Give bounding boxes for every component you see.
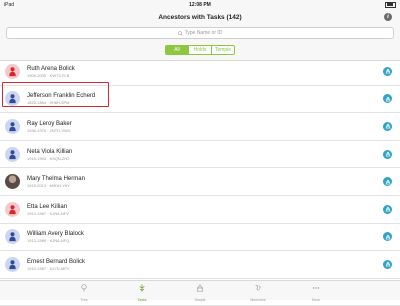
temple-ordinance-icon[interactable] (383, 94, 392, 104)
person-text: Neta Viola Killian 1915-1993 · K5QN-ZH2 (27, 148, 72, 161)
navigation-bar: Ancestors with Tasks (142) i (0, 9, 400, 25)
female-person-icon (5, 201, 20, 217)
status-bar: iPad 12:08 PM (0, 0, 400, 9)
list-item[interactable]: Ray Leroy Baker 1936-1975 · 2NTD-VWX (0, 113, 400, 141)
temple-ordinance-icon[interactable] (383, 149, 392, 159)
search-placeholder: Type Name or ID (184, 30, 223, 36)
person-text: William Avery Blalock 1913-1989 · KJN6-NF… (27, 230, 84, 243)
search-icon (177, 30, 183, 36)
temple-ordinance-icon[interactable] (383, 177, 392, 187)
tab-memories[interactable]: Memories (229, 279, 287, 302)
filter-temple[interactable]: Temple (211, 46, 234, 54)
person-name: William Avery Blalock (27, 231, 84, 238)
person-name: Ernest Bernard Bolick (27, 258, 86, 265)
person-lifespan-id: 1910-1987 · K47D-MFV (27, 265, 70, 271)
person-lifespan-id: 1915-1993 · K5QN-ZH2 (27, 155, 70, 161)
male-person-icon (5, 146, 20, 162)
temple-ordinance-icon[interactable] (383, 204, 392, 214)
status-time: 12:08 PM (189, 1, 211, 8)
female-person-icon (5, 63, 20, 79)
more-icon (312, 279, 320, 297)
list-item[interactable]: Neta Viola Killian 1915-1993 · K5QN-ZH2 (0, 141, 400, 169)
list-item[interactable]: Ernest Bernard Bolick 1910-1987 · K47D-MF… (0, 251, 400, 279)
person-text: Ray Leroy Baker 1936-1975 · 2NTD-VWX (27, 120, 72, 133)
male-person-icon (5, 91, 20, 107)
person-name: Ray Leroy Baker (27, 120, 72, 127)
list-item[interactable]: Mary Thelma Herman 1915-2013 · M9DH-Y6Y (0, 168, 400, 196)
person-lifespan-id: 1936-1975 · 2NTD-VWX (27, 127, 71, 133)
tab-label: Tasks (137, 298, 147, 302)
person-name: Ruth Arena Bolick (27, 65, 75, 72)
tab-label: Tree (80, 298, 88, 302)
person-text: Jefferson Franklin Echerd 1825-1864 · 9H8… (27, 92, 95, 105)
tab-temple[interactable]: Temple (171, 279, 229, 302)
male-person-icon (5, 118, 20, 134)
tab-bar: Tree Tasks Temple Memories More (0, 279, 400, 302)
tab-label: Temple (194, 298, 206, 302)
person-lifespan-id: 1913-1989 · KJN6-NFQ (27, 238, 70, 244)
person-photo (5, 174, 20, 190)
tab-tasks[interactable]: Tasks (113, 279, 171, 302)
list-item[interactable]: William Avery Blalock 1913-1989 · KJN6-NF… (0, 224, 400, 252)
search-input[interactable]: Type Name or ID (6, 27, 394, 39)
search-container: Type Name or ID (0, 25, 400, 43)
person-name: Mary Thelma Herman (27, 176, 85, 183)
filter-holds[interactable]: Holds (188, 46, 211, 54)
list-item[interactable]: Ruth Arena Bolick 1905-2005 · KW73-FLB (0, 58, 400, 86)
person-lifespan-id: 1825-1864 · 9H8H-5PM (27, 100, 70, 106)
info-icon[interactable]: i (384, 13, 392, 21)
person-text: Ruth Arena Bolick 1905-2005 · KW73-FLB (27, 65, 75, 78)
tab-tree[interactable]: Tree (55, 279, 113, 302)
battery-indicator (385, 1, 396, 8)
person-name: Jefferson Franklin Echerd (27, 93, 96, 100)
list-item[interactable]: Etta Lee Killian 1913-1987 · KJN6-NFV (0, 196, 400, 224)
person-lifespan-id: 1905-2005 · KW73-FLB (27, 72, 70, 78)
filter-all[interactable]: All (166, 46, 188, 54)
battery-icon (385, 1, 396, 8)
list-item[interactable]: Jefferson Franklin Echerd 1825-1864 · 9H8… (0, 86, 400, 114)
tab-more[interactable]: More (287, 279, 345, 302)
ancestor-list: Ruth Arena Bolick 1905-2005 · KW73-FLB Jef… (0, 58, 400, 306)
male-person-icon (5, 256, 20, 272)
filter-segmented-control: All Holds Temple (165, 45, 235, 55)
page-title: Ancestors with Tasks (142) (158, 13, 242, 21)
person-name: Neta Viola Killian (27, 148, 73, 155)
temple-ordinance-icon[interactable] (383, 121, 392, 131)
tab-label: More (312, 298, 320, 302)
person-text: Mary Thelma Herman 1915-2013 · M9DH-Y6Y (27, 175, 85, 188)
person-lifespan-id: 1915-2013 · M9DH-Y6Y (27, 183, 70, 189)
temple-ordinance-icon[interactable] (383, 259, 392, 269)
tab-label: Memories (250, 298, 266, 302)
temple-ordinance-icon[interactable] (383, 232, 392, 242)
tree-icon (80, 279, 88, 297)
temple-ordinance-icon[interactable] (383, 66, 392, 76)
male-person-icon (5, 229, 20, 245)
person-text: Etta Lee Killian 1913-1987 · KJN6-NFV (27, 203, 69, 216)
tasks-icon (138, 279, 146, 297)
temple-icon (196, 279, 204, 297)
person-text: Ernest Bernard Bolick 1910-1987 · K47D-MF… (27, 258, 85, 271)
person-name: Etta Lee Killian (27, 203, 68, 210)
memories-icon (254, 279, 262, 297)
person-lifespan-id: 1913-1987 · KJN6-NFV (27, 210, 69, 216)
